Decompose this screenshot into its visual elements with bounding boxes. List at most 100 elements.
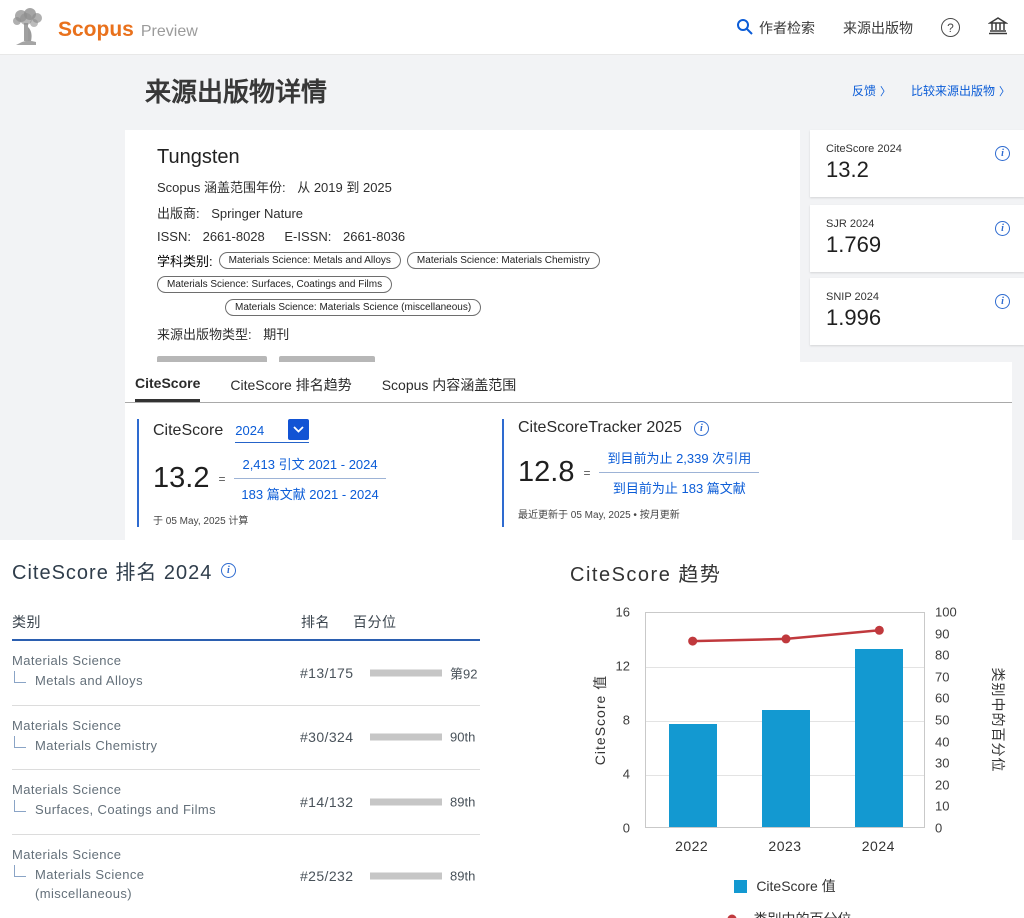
tracker-value: 12.8 [518,456,574,489]
publisher-value: Springer Nature [211,206,303,221]
tracker-footnote: 最近更新于 05 May, 2025 • 按月更新 [518,506,832,521]
legend-citescore: CiteScore 值 [645,876,925,896]
right-tick: 30 [935,756,949,771]
percentile-value: 90th [450,730,475,745]
bottom-section: CiteScore 排名 2024 类别 排名 百分位 Materials Sc… [0,540,1024,918]
eissn-value: 2661-8036 [343,229,405,244]
info-icon[interactable] [995,221,1010,236]
categories-line-2: Materials Science: Materials Science (mi… [157,299,780,316]
x-tick-label: 2022 [675,838,708,854]
institution-button[interactable] [988,16,1008,40]
sjr-metric-label: SJR 2024 [826,218,1010,230]
tracker-documents-link[interactable]: 到目前为止 183 篇文献 [599,473,759,497]
sjr-metric-value: 1.769 [826,232,1010,258]
sjr-metric-card: SJR 2024 1.769 [810,205,1024,272]
rank-value: #25/232 [300,868,353,884]
help-button[interactable] [941,18,960,37]
trend-plot [645,612,925,828]
scopus-logo[interactable]: Scopus Preview [58,18,198,42]
category-chip[interactable]: Materials Science: Materials Science (mi… [225,299,481,316]
citescore-ranking-block: CiteScore 排名 2024 类别 排名 百分位 Materials Sc… [12,556,480,918]
citescore-formula: 13.2 = 2,413 引文 2021 - 2024 183 篇文献 2021… [153,454,467,503]
coverage-label: Scopus 涵盖范围年份: [157,180,286,195]
citescore-panels: CiteScore 2024 13.2 = 2,413 引文 2021 - 20 [125,403,1012,527]
category-child: Metals and Alloys [35,671,143,691]
category-chip[interactable]: Materials Science: Surfaces, Coatings an… [157,276,392,293]
category-chip[interactable]: Materials Science: Materials Chemistry [407,252,600,269]
source-info-card: Tungsten Scopus 涵盖范围年份: 从 2019 到 2025 出版… [125,130,800,362]
search-icon [736,18,753,38]
feedback-link[interactable]: 反馈 〉 [852,82,891,99]
rank-value: #13/175 [300,665,353,681]
tree-branch-icon [14,736,26,748]
right-tick: 100 [935,605,957,620]
categories-line: 学科类别: Materials Science: Metals and Allo… [157,251,780,293]
citescore-fraction: 2,413 引文 2021 - 2024 183 篇文献 2021 - 2024 [234,454,385,503]
chevron-down-icon [293,426,304,433]
elsevier-tree-logo[interactable] [10,7,44,52]
chevron-right-icon: 〉 [999,83,1010,99]
ranking-title: CiteScore 排名 2024 [12,556,212,585]
col-category: 类别 [12,614,41,630]
equals-sign: = [583,466,590,480]
ranking-title-row: CiteScore 排名 2024 [12,556,480,585]
percentile-bar [370,734,442,741]
tab-scopus-coverage[interactable]: Scopus 内容涵盖范围 [382,375,517,402]
citescore-year-select[interactable]: 2024 [235,419,309,443]
tracker-fraction: 到目前为止 2,339 次引用 到目前为止 183 篇文献 [599,448,759,497]
category-chip[interactable]: Materials Science: Metals and Alloys [219,252,401,269]
nav-sources-label: 来源出版物 [843,18,913,38]
ranking-row: Materials Science Surfaces, Coatings and… [12,770,480,835]
compare-sources-link[interactable]: 比较来源出版物 〉 [911,82,1010,99]
coverage-value: 从 2019 到 2025 [297,180,392,195]
info-icon[interactable] [995,294,1010,309]
nav-author-search[interactable]: 作者检索 [736,18,815,38]
eissn-label: E-ISSN: [284,229,331,244]
scopus-source-details-page: Scopus Preview 作者检索 来源出版物 [0,0,1024,918]
nav-author-search-label: 作者检索 [759,18,815,38]
source-type-label: 来源出版物类型: [157,327,252,342]
tracker-panel-head: CiteScoreTracker 2025 [518,419,832,437]
issn-line: ISSN: 2661-8028 E-ISSN: 2661-8036 [157,229,780,244]
line-legend-label: 类别中的百分位 [754,909,852,918]
citescore-panel-head: CiteScore 2024 [153,419,467,443]
info-icon[interactable] [995,146,1010,161]
right-tick: 90 [935,626,949,641]
equals-sign: = [218,472,225,486]
documents-link[interactable]: 183 篇文献 2021 - 2024 [234,479,385,503]
citescore-metric-value: 13.2 [826,157,1010,183]
citescore-footnote: 于 05 May, 2025 计算 [153,512,467,527]
right-tick: 70 [935,669,949,684]
nav-sources[interactable]: 来源出版物 [843,18,913,38]
tracker-panel: CiteScoreTracker 2025 12.8 = 到目前为止 2,339… [502,419,832,527]
left-tick: 16 [616,605,630,620]
right-axis-label: 类别中的百分位 [988,610,1008,830]
right-tick: 0 [935,821,942,836]
info-icon[interactable] [694,421,709,436]
citescore-value: 13.2 [153,462,209,495]
tab-bar: CiteScore CiteScore 排名趋势 Scopus 内容涵盖范围 [125,362,1012,403]
legend-percentile: 类别中的百分位 [645,909,925,918]
tab-citescore-rank-trend[interactable]: CiteScore 排名趋势 [230,375,351,402]
compare-label: 比较来源出版物 [911,82,995,99]
tree-branch-icon [14,671,26,683]
category-child: Materials Chemistry [35,736,157,756]
col-percentile: 百分位 [353,612,397,632]
source-type-value: 期刊 [263,327,289,342]
rank-value: #14/132 [300,794,353,810]
tab-citescore[interactable]: CiteScore [135,375,200,402]
info-icon[interactable] [221,563,236,578]
bar-legend-marker [734,880,747,893]
page-title: 来源出版物详情 [145,72,327,109]
categories-label: 学科类别: [157,251,213,270]
year-dropdown-button[interactable] [288,419,309,440]
left-tick: 8 [623,713,630,728]
percentile-value: 89th [450,794,475,809]
question-icon [941,18,960,37]
tracker-formula: 12.8 = 到目前为止 2,339 次引用 到目前为止 183 篇文献 [518,448,832,497]
tracker-citations-link[interactable]: 到目前为止 2,339 次引用 [599,448,759,473]
percentile-bar [370,873,442,880]
preview-label: Preview [141,23,198,41]
scopus-wordmark: Scopus [58,18,134,42]
citations-link[interactable]: 2,413 引文 2021 - 2024 [234,454,385,479]
